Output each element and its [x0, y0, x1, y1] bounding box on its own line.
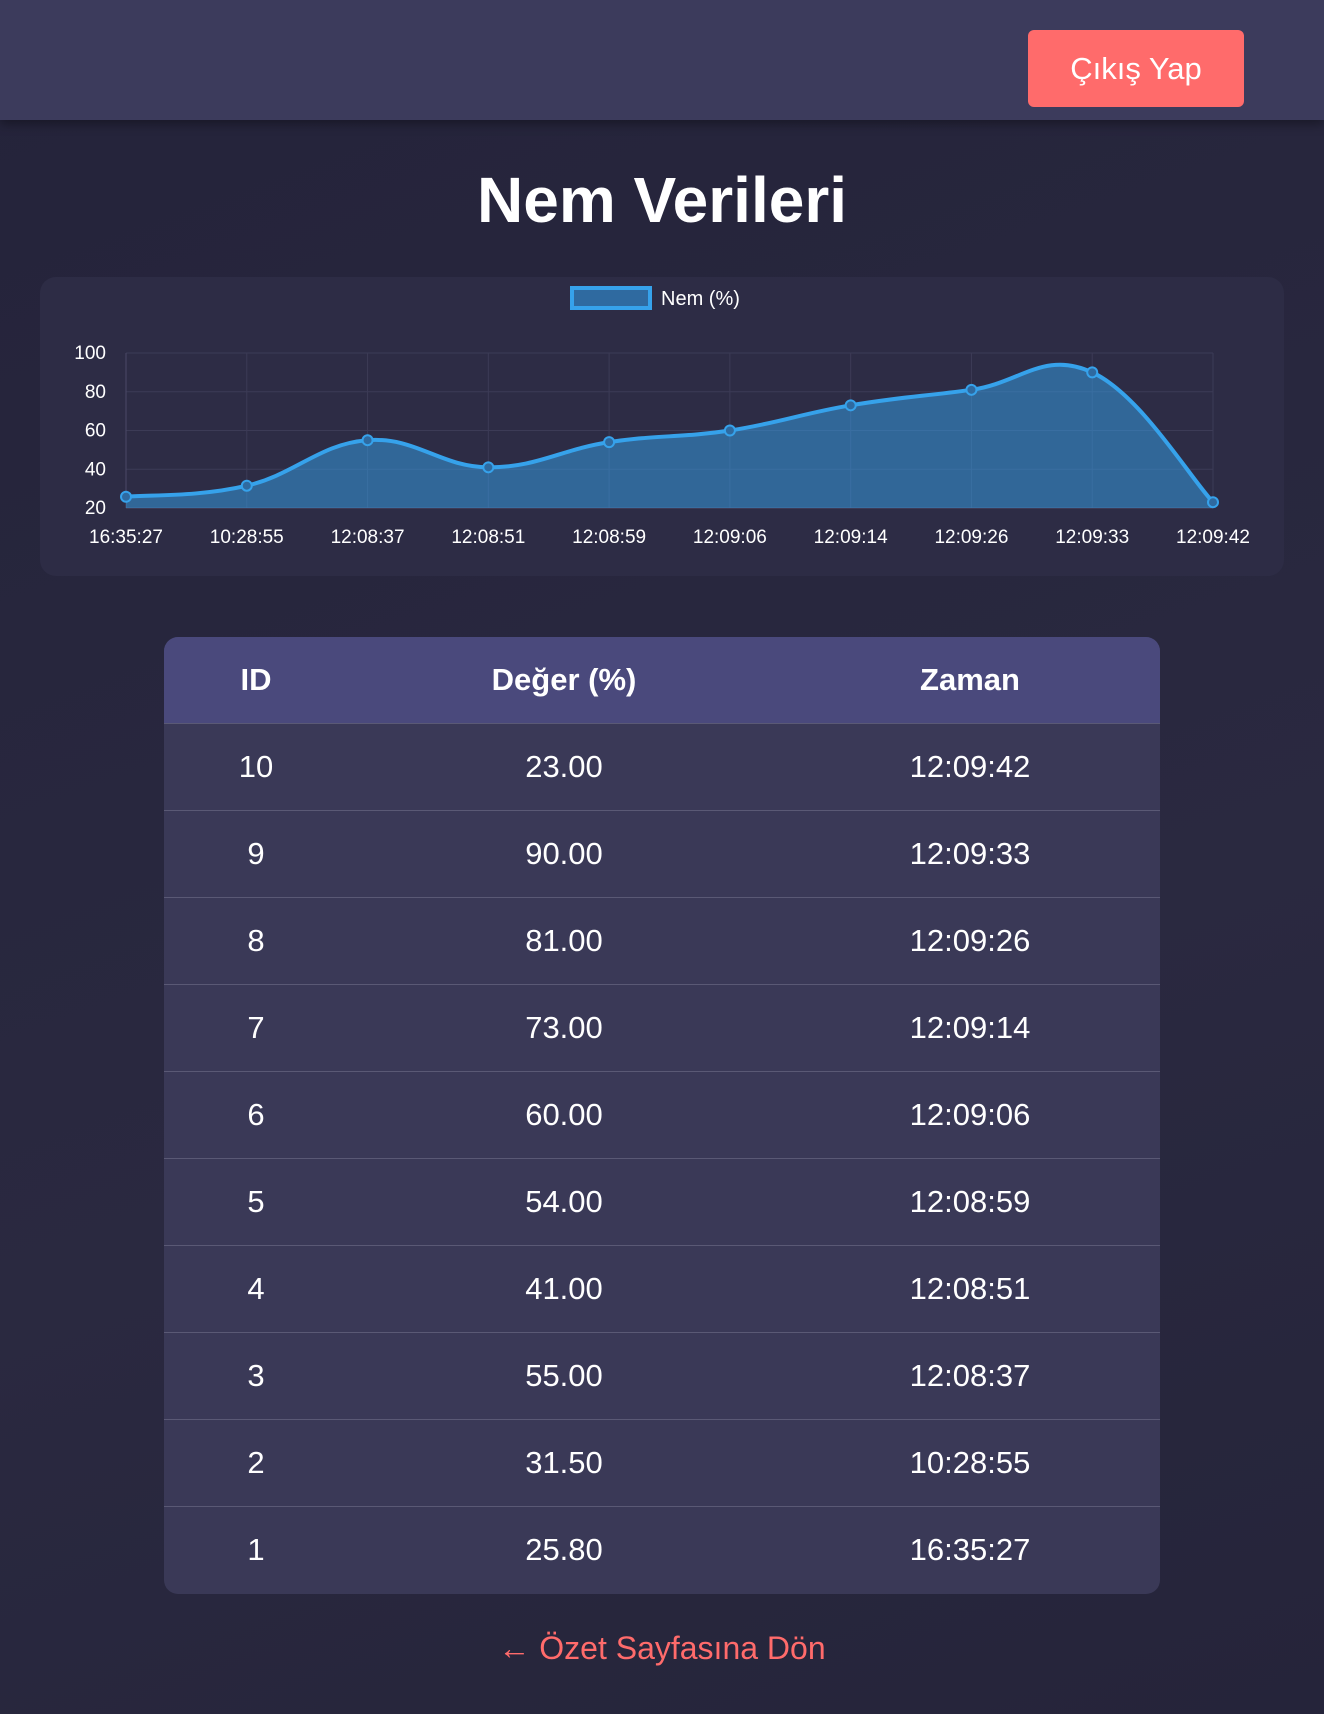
- table-row: 5 54.00 12:08:59: [164, 1158, 1160, 1245]
- cell-time: 12:08:51: [909, 1270, 1031, 1306]
- cell-time: 12:09:26: [909, 922, 1031, 958]
- x-tick-label: 12:09:26: [934, 527, 1008, 548]
- cell-id: 6: [247, 1096, 265, 1132]
- x-tick-label: 12:08:51: [451, 527, 525, 548]
- cell-id: 7: [247, 1009, 265, 1045]
- x-tick-label: 12:09:42: [1176, 527, 1250, 548]
- legend-swatch: [570, 286, 652, 310]
- logout-button[interactable]: Çıkış Yap: [1028, 30, 1244, 107]
- cell-value: 73.00: [525, 1009, 603, 1045]
- humidity-table-container: ID Değer (%) Zaman 10 23.00 12:09:42 9 9…: [164, 637, 1160, 1594]
- table-row: 8 81.00 12:09:26: [164, 897, 1160, 984]
- data-point: [844, 399, 857, 412]
- x-tick-label: 16:35:27: [89, 527, 163, 548]
- cell-value: 90.00: [525, 835, 603, 871]
- data-point: [1086, 366, 1099, 379]
- x-tick-label: 12:09:14: [814, 527, 888, 548]
- table-row: 4 41.00 12:08:51: [164, 1245, 1160, 1332]
- table-row: 9 90.00 12:09:33: [164, 810, 1160, 897]
- x-tick-label: 10:28:55: [210, 527, 284, 548]
- cell-value: 54.00: [525, 1183, 603, 1219]
- x-tick-label: 12:09:33: [1055, 527, 1129, 548]
- humidity-table: ID Değer (%) Zaman 10 23.00 12:09:42 9 9…: [164, 637, 1160, 1593]
- legend-label: Nem (%): [661, 288, 740, 310]
- data-point: [361, 434, 374, 447]
- cell-time: 12:09:33: [909, 835, 1031, 871]
- cell-id: 9: [247, 835, 265, 871]
- cell-time: 12:08:37: [909, 1357, 1031, 1393]
- cell-id: 2: [247, 1444, 265, 1480]
- header-value: Değer (%): [491, 661, 637, 697]
- table-header-row: ID Değer (%) Zaman: [164, 637, 1160, 723]
- table-row: 3 55.00 12:08:37: [164, 1332, 1160, 1419]
- cell-id: 4: [247, 1270, 265, 1306]
- y-tick-label: 20: [85, 498, 106, 519]
- y-tick-label: 80: [85, 382, 106, 403]
- cell-value: 25.80: [525, 1531, 603, 1567]
- data-point: [723, 424, 736, 437]
- cell-id: 5: [247, 1183, 265, 1219]
- x-tick-label: 12:08:59: [572, 527, 646, 548]
- y-tick-label: 100: [74, 343, 106, 364]
- cell-time: 12:09:06: [909, 1096, 1031, 1132]
- data-point: [603, 436, 616, 449]
- cell-time: 10:28:55: [909, 1444, 1031, 1480]
- cell-id: 10: [238, 748, 274, 784]
- cell-id: 1: [247, 1531, 265, 1567]
- data-point: [1207, 496, 1219, 509]
- cell-id: 8: [247, 922, 265, 958]
- x-tick-label: 12:09:06: [693, 527, 767, 548]
- cell-time: 12:08:59: [909, 1183, 1031, 1219]
- x-tick-label: 12:08:37: [331, 527, 405, 548]
- cell-value: 41.00: [525, 1270, 603, 1306]
- table-row: 7 73.00 12:09:14: [164, 984, 1160, 1071]
- page-title: Nem Verileri: [477, 164, 847, 236]
- data-point: [482, 461, 495, 474]
- table-row: 6 60.00 12:09:06: [164, 1071, 1160, 1158]
- top-navbar: Çıkış Yap: [0, 0, 1324, 120]
- y-tick-label: 60: [85, 421, 106, 442]
- data-point: [120, 490, 132, 503]
- cell-value: 60.00: [525, 1096, 603, 1132]
- header-time: Zaman: [920, 661, 1020, 697]
- data-point: [240, 479, 253, 492]
- humidity-chart: 20 40 60 80 100 16:35:27 10:28:55 12:08:37 12:0…: [74, 286, 1250, 548]
- cell-time: 16:35:27: [909, 1531, 1031, 1567]
- cell-value: 23.00: [525, 748, 603, 784]
- y-tick-label: 40: [85, 459, 106, 480]
- humidity-chart-card: 20 40 60 80 100 16:35:27 10:28:55 12:08:37 12:0…: [40, 277, 1284, 576]
- cell-value: 81.00: [525, 922, 603, 958]
- header-id: ID: [240, 661, 272, 697]
- back-to-summary-link[interactable]: ← Özet Sayfasına Dön: [0, 1630, 1324, 1667]
- data-point: [965, 383, 978, 396]
- cell-value: 31.50: [525, 1444, 603, 1480]
- cell-value: 55.00: [525, 1357, 603, 1393]
- table-row: 1 25.80 16:35:27: [164, 1506, 1160, 1593]
- table-row: 2 31.50 10:28:55: [164, 1419, 1160, 1506]
- cell-time: 12:09:42: [909, 748, 1031, 784]
- table-row: 10 23.00 12:09:42: [164, 723, 1160, 810]
- cell-time: 12:09:14: [909, 1009, 1031, 1045]
- cell-id: 3: [247, 1357, 265, 1393]
